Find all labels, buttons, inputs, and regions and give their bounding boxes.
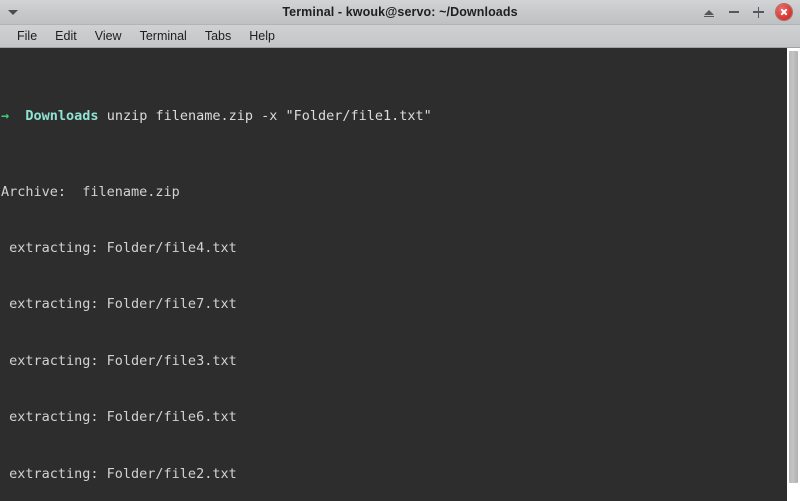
menu-item-tabs[interactable]: Tabs	[196, 27, 240, 46]
menu-item-view[interactable]: View	[86, 27, 131, 46]
window-title: Terminal - kwouk@servo: ~/Downloads	[282, 5, 518, 19]
chevron-down-icon	[8, 9, 18, 15]
terminal-output-line: extracting: Folder/file4.txt	[1, 239, 237, 256]
menu-item-edit[interactable]: Edit	[46, 27, 86, 46]
terminal-body: → Downloads unzip filename.zip -x "Folde…	[0, 48, 800, 501]
close-icon	[780, 8, 788, 16]
terminal-window: Terminal - kwouk@servo: ~/Downloads File…	[0, 0, 800, 501]
maximize-window-button[interactable]	[751, 5, 766, 20]
menu-item-help[interactable]: Help	[240, 27, 284, 46]
terminal-output-line: Archive: filename.zip	[1, 183, 180, 200]
terminal-command-line: → Downloads unzip filename.zip -x "Folde…	[1, 107, 786, 126]
menu-bar: File Edit View Terminal Tabs Help	[0, 25, 800, 48]
terminal-output-line: extracting: Folder/file3.txt	[1, 352, 237, 369]
prompt-arrow-icon: →	[1, 108, 10, 125]
terminal-output-line: extracting: Folder/file2.txt	[1, 465, 237, 482]
terminal-scrollbar[interactable]	[786, 48, 800, 501]
terminal-output-area[interactable]: → Downloads unzip filename.zip -x "Folde…	[0, 48, 786, 501]
close-window-button[interactable]	[776, 4, 792, 20]
shade-icon	[703, 9, 714, 17]
minimize-window-button[interactable]	[726, 5, 741, 20]
menu-item-file[interactable]: File	[8, 27, 46, 46]
window-menu-button[interactable]	[0, 0, 26, 25]
prompt-cwd: Downloads	[25, 108, 99, 125]
plus-icon	[753, 6, 764, 18]
scrollbar-thumb[interactable]	[789, 51, 798, 483]
terminal-command: unzip filename.zip -x "Folder/file1.txt"	[98, 108, 432, 125]
menu-item-terminal[interactable]: Terminal	[131, 27, 196, 46]
title-bar: Terminal - kwouk@servo: ~/Downloads	[0, 0, 800, 25]
terminal-output-line: extracting: Folder/file6.txt	[1, 409, 237, 426]
shade-window-button[interactable]	[701, 5, 716, 20]
window-controls	[701, 4, 800, 20]
terminal-output-line: extracting: Folder/file7.txt	[1, 296, 237, 313]
minimize-icon	[728, 11, 739, 13]
